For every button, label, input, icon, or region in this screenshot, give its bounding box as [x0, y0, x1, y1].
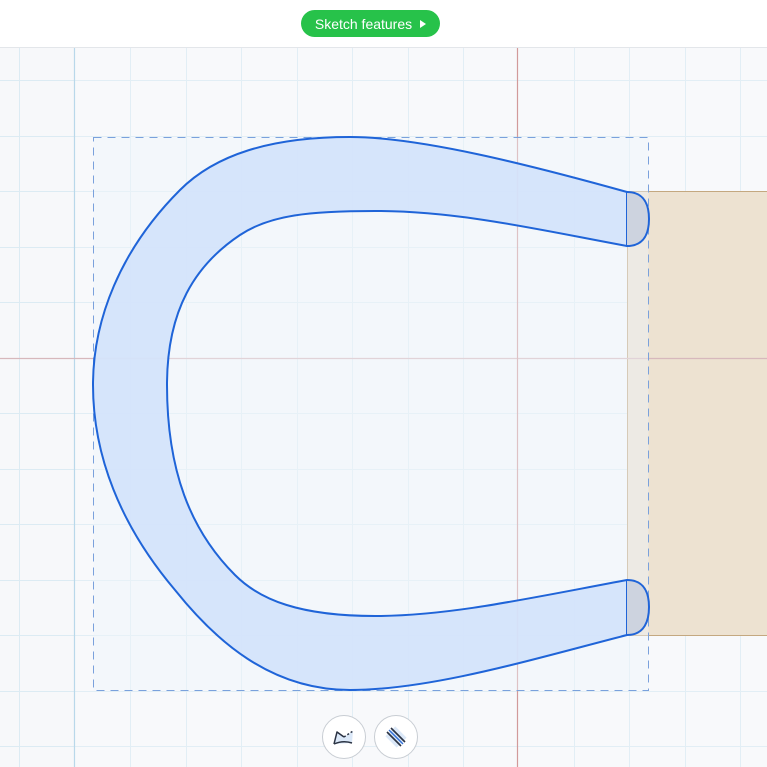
- sketch-drawing: [0, 48, 767, 767]
- sketch-canvas[interactable]: [0, 48, 767, 767]
- hatch-lines-icon: [385, 726, 407, 748]
- play-triangle-icon: [420, 20, 427, 28]
- cad-viewport-app: Sketch features: [0, 0, 767, 767]
- sketch-tool-button[interactable]: [322, 715, 366, 759]
- sketch-features-button[interactable]: Sketch features: [301, 10, 440, 37]
- top-toolbar: Sketch features: [0, 0, 767, 48]
- sketch-polyline-icon: [333, 730, 354, 745]
- pattern-tool-button[interactable]: [374, 715, 418, 759]
- sketch-features-label: Sketch features: [314, 15, 413, 32]
